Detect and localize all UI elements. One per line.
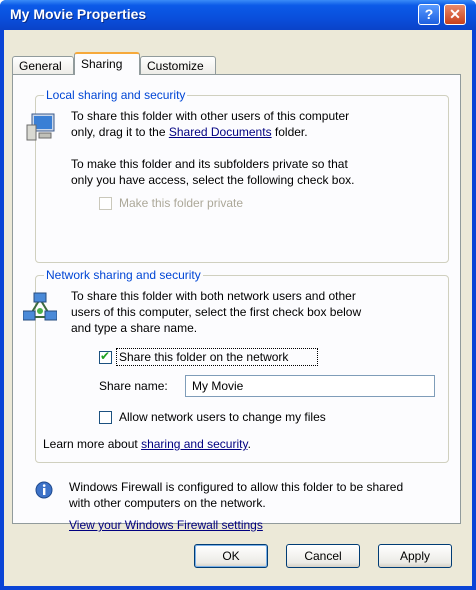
sharing-panel: Local sharing and security To share this… — [12, 74, 461, 532]
tab-sharing[interactable]: Sharing — [74, 52, 140, 75]
learn-more-post: . — [247, 437, 251, 451]
ok-button[interactable]: OK — [194, 544, 268, 568]
firewall-text-line1: Windows Firewall is configured to allow … — [69, 480, 404, 494]
network-text-line2: users of this computer, select the first… — [71, 305, 362, 319]
close-button[interactable]: ✕ — [444, 4, 466, 25]
network-text-line3: and type a share name. — [71, 321, 198, 335]
learn-more-pre: Learn more about — [43, 437, 142, 451]
shared-documents-link[interactable]: Shared Documents — [169, 125, 272, 139]
local-sharing-legend: Local sharing and security — [44, 88, 188, 102]
make-private-label: Make this folder private — [119, 196, 244, 210]
network-text-line1: To share this folder with both network u… — [71, 289, 356, 303]
allow-change-checkbox[interactable] — [99, 411, 112, 424]
info-icon — [35, 481, 53, 499]
cancel-button[interactable]: Cancel — [286, 544, 360, 568]
private-text-line1: To make this folder and its subfolders p… — [71, 157, 348, 171]
dialog-body: General Sharing Customize Local sharing … — [4, 30, 472, 586]
help-button[interactable]: ? — [418, 4, 440, 25]
network-icon — [23, 292, 57, 321]
share-folder-label[interactable]: Share this folder on the network — [119, 350, 288, 365]
local-text-line2: only, drag it to the Shared Documents fo… — [71, 125, 308, 140]
firewall-text-line2: with other computers on the network. — [69, 496, 266, 510]
share-name-label: Share name: — [99, 379, 168, 393]
share-folder-checkbox[interactable] — [99, 349, 112, 364]
tab-customize[interactable]: Customize — [140, 56, 216, 75]
local-text-line2-pre: only, drag it to the — [71, 125, 169, 139]
computer-icon — [26, 113, 55, 141]
allow-change-label: Allow network users to change my files — [119, 410, 326, 424]
title-bar[interactable]: My Movie Properties ? ✕ — [0, 0, 476, 30]
apply-button[interactable]: Apply — [378, 544, 452, 568]
sharing-security-link[interactable]: sharing and security — [141, 437, 248, 451]
window-title: My Movie Properties — [10, 6, 147, 22]
private-text-line2: only you have access, select the followi… — [71, 173, 355, 187]
tab-general[interactable]: General — [12, 56, 74, 75]
local-text-line2-post: folder. — [271, 125, 308, 139]
learn-more-text: Learn more about sharing and security. — [43, 437, 251, 452]
local-text-line1: To share this folder with other users of… — [71, 109, 350, 123]
properties-window: My Movie Properties ? ✕ General Sharing … — [0, 0, 476, 590]
network-sharing-legend: Network sharing and security — [44, 268, 203, 282]
firewall-settings-link[interactable]: View your Windows Firewall settings — [69, 518, 263, 533]
make-private-checkbox[interactable] — [99, 197, 112, 210]
share-name-input[interactable]: My Movie — [185, 375, 435, 397]
